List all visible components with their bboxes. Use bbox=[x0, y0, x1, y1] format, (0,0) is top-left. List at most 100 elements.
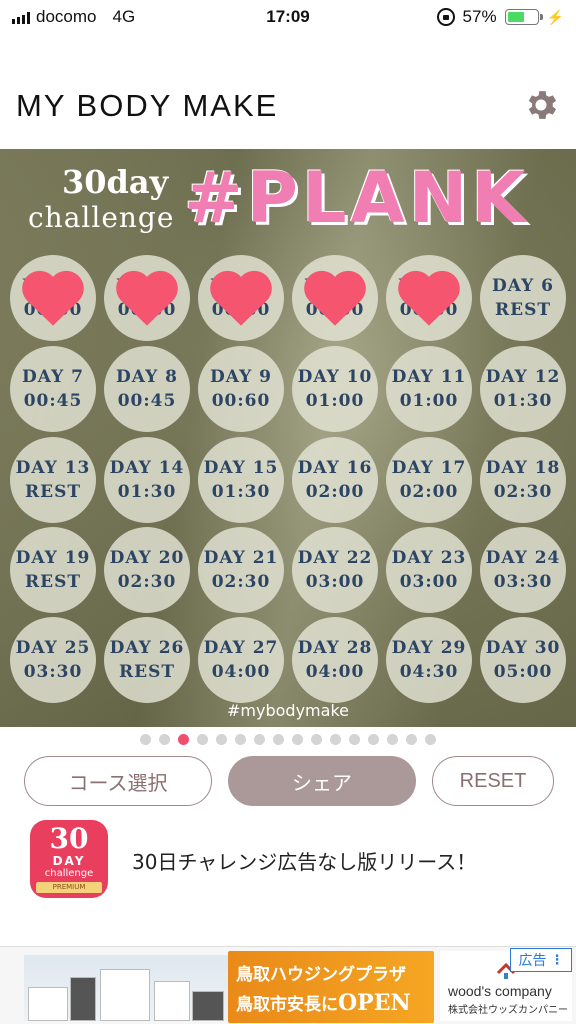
day-cell[interactable]: DAY 29 04:30 bbox=[386, 617, 472, 703]
day-label: DAY 11 bbox=[391, 367, 467, 387]
reset-button[interactable]: RESET bbox=[432, 756, 554, 806]
day-duration: 03:30 bbox=[23, 662, 83, 682]
page-dot[interactable] bbox=[235, 734, 246, 745]
page-dot[interactable] bbox=[140, 734, 151, 745]
calendar-title-number: 30day bbox=[62, 163, 169, 201]
page-dot[interactable] bbox=[178, 734, 189, 745]
day-label: DAY 25 bbox=[15, 638, 91, 658]
day-cell[interactable]: DAY 26 REST bbox=[104, 617, 190, 703]
heart-icon bbox=[210, 270, 272, 326]
ad-choices-badge[interactable]: 広告 ⋮ bbox=[510, 948, 572, 972]
day-duration: 01:00 bbox=[399, 391, 459, 411]
day-label: DAY 9 bbox=[210, 367, 272, 387]
page-dot[interactable] bbox=[349, 734, 360, 745]
page-dot[interactable] bbox=[197, 734, 208, 745]
battery-percent: 57% bbox=[462, 7, 497, 26]
status-bar: docomo 4G 17:09 57% ⚡ bbox=[0, 0, 576, 34]
day-cell[interactable]: DAY 19 REST bbox=[10, 527, 96, 613]
day-cell[interactable]: DAY 25 03:30 bbox=[10, 617, 96, 703]
day-cell[interactable]: DAY 12 01:30 bbox=[480, 346, 566, 432]
page-dot[interactable] bbox=[368, 734, 379, 745]
day-duration: 00:45 bbox=[117, 391, 177, 411]
day-label: DAY 18 bbox=[485, 458, 561, 478]
challenge-calendar: 30day challenge #PLANK DAY 100:30DAY 200… bbox=[0, 149, 576, 727]
page-dot[interactable] bbox=[406, 734, 417, 745]
page-dot[interactable] bbox=[425, 734, 436, 745]
day-label: DAY 6 bbox=[492, 276, 554, 296]
day-duration: 02:00 bbox=[305, 482, 365, 502]
status-right: 57% ⚡ bbox=[436, 7, 564, 27]
day-duration: 02:30 bbox=[211, 572, 271, 592]
day-cell[interactable]: DAY 30 05:00 bbox=[480, 617, 566, 703]
day-label: DAY 19 bbox=[15, 548, 91, 568]
day-cell[interactable]: DAY 18 02:30 bbox=[480, 437, 566, 523]
day-cell[interactable]: DAY 6 REST bbox=[480, 255, 566, 341]
day-cell[interactable]: DAY 17 02:00 bbox=[386, 437, 472, 523]
day-cell[interactable]: DAY 22 03:00 bbox=[292, 527, 378, 613]
day-cell[interactable]: DAY 13 REST bbox=[10, 437, 96, 523]
day-label: DAY 7 bbox=[22, 367, 84, 387]
page-dot[interactable] bbox=[311, 734, 322, 745]
day-cell[interactable]: DAY 8 00:45 bbox=[104, 346, 190, 432]
share-button[interactable]: シェア bbox=[228, 756, 416, 806]
kebab-menu-icon: ⋮ bbox=[550, 952, 564, 968]
day-cell[interactable]: DAY 7 00:45 bbox=[10, 346, 96, 432]
heart-icon bbox=[304, 270, 366, 326]
page-dot[interactable] bbox=[273, 734, 284, 745]
day-cell[interactable]: DAY 14 01:30 bbox=[104, 437, 190, 523]
page-dot[interactable] bbox=[292, 734, 303, 745]
gear-icon[interactable] bbox=[522, 86, 560, 124]
day-cell[interactable]: DAY 9 00:60 bbox=[198, 346, 284, 432]
day-cell[interactable]: DAY 15 01:30 bbox=[198, 437, 284, 523]
day-cell[interactable]: DAY 28 04:00 bbox=[292, 617, 378, 703]
day-duration: 02:00 bbox=[399, 482, 459, 502]
calendar-hashtag: #mybodymake bbox=[227, 701, 349, 720]
day-label: DAY 30 bbox=[485, 638, 561, 658]
premium-app-icon[interactable]: 30 DAY challenge PREMIUM bbox=[30, 820, 108, 898]
day-cell[interactable]: DAY 11 01:00 bbox=[386, 346, 472, 432]
day-duration: 04:00 bbox=[211, 662, 271, 682]
page-indicator[interactable] bbox=[0, 734, 576, 745]
ad-company-name-ja: 株式会社ウッズカンパニー bbox=[448, 1005, 568, 1016]
day-label: DAY 15 bbox=[203, 458, 279, 478]
calendar-title-tag: #PLANK bbox=[184, 157, 530, 239]
heart-icon bbox=[116, 270, 178, 326]
course-select-button[interactable]: コース選択 bbox=[24, 756, 212, 806]
heart-icon bbox=[398, 270, 460, 326]
day-cell[interactable]: DAY 27 04:00 bbox=[198, 617, 284, 703]
app-title: MY BODY MAKE bbox=[16, 88, 279, 123]
premium-icon-challenge: challenge bbox=[44, 868, 94, 879]
page-dot[interactable] bbox=[387, 734, 398, 745]
day-cell[interactable]: DAY 200:30 bbox=[104, 255, 190, 341]
day-duration: 01:00 bbox=[305, 391, 365, 411]
day-duration: 03:00 bbox=[399, 572, 459, 592]
day-label: DAY 26 bbox=[109, 638, 185, 658]
day-cell[interactable]: DAY 21 02:30 bbox=[198, 527, 284, 613]
day-cell[interactable]: DAY 400:30 bbox=[292, 255, 378, 341]
day-label: DAY 17 bbox=[391, 458, 467, 478]
page-dot[interactable] bbox=[254, 734, 265, 745]
day-label: DAY 29 bbox=[391, 638, 467, 658]
page-dot[interactable] bbox=[159, 734, 170, 745]
page-dot[interactable] bbox=[216, 734, 227, 745]
ad-houses-image bbox=[24, 955, 228, 1021]
ad-open-text: OPEN bbox=[338, 990, 411, 1016]
day-cell[interactable]: DAY 23 03:00 bbox=[386, 527, 472, 613]
day-label: DAY 13 bbox=[15, 458, 91, 478]
day-cell[interactable]: DAY 300:30 bbox=[198, 255, 284, 341]
day-cell[interactable]: DAY 20 02:30 bbox=[104, 527, 190, 613]
page-dot[interactable] bbox=[330, 734, 341, 745]
day-cell[interactable]: DAY 24 03:30 bbox=[480, 527, 566, 613]
day-cell[interactable]: DAY 500:30 bbox=[386, 255, 472, 341]
day-cell[interactable]: DAY 16 02:00 bbox=[292, 437, 378, 523]
day-duration: 01:30 bbox=[117, 482, 177, 502]
ad-headline: 鳥取ハウジングプラザ bbox=[236, 965, 406, 985]
premium-icon-day: DAY bbox=[52, 854, 86, 868]
day-label: DAY 12 bbox=[485, 367, 561, 387]
premium-promo-link[interactable]: 30日チャレンジ広告なし版リリース！ bbox=[132, 846, 476, 875]
premium-icon-badge: PREMIUM bbox=[36, 882, 102, 893]
day-duration: 04:30 bbox=[399, 662, 459, 682]
day-duration: REST bbox=[24, 572, 81, 592]
day-cell[interactable]: DAY 10 01:00 bbox=[292, 346, 378, 432]
day-cell[interactable]: DAY 100:30 bbox=[10, 255, 96, 341]
